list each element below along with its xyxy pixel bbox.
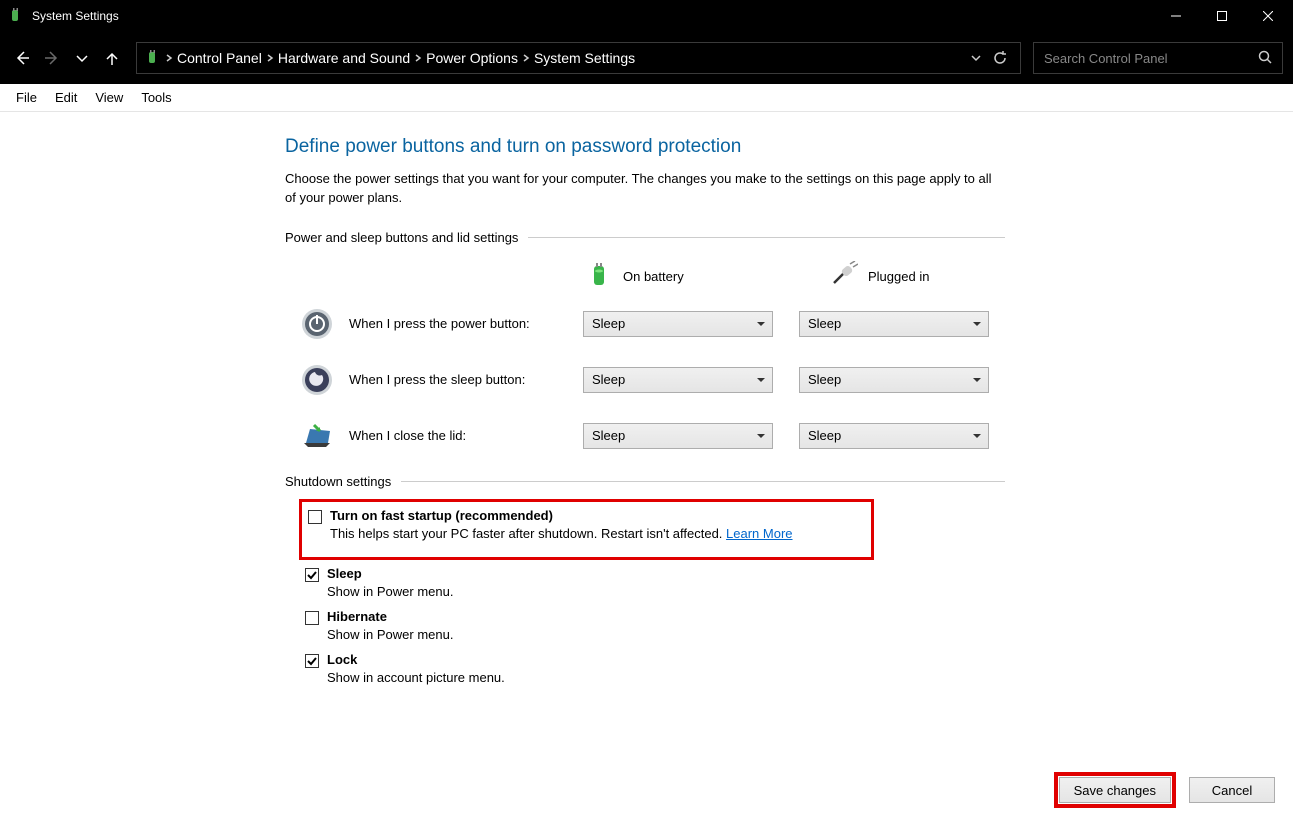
page-title: Define power buttons and turn on passwor…: [285, 136, 1005, 158]
row-close-lid: When I close the lid: Sleep Sleep: [285, 418, 1005, 454]
cancel-button[interactable]: Cancel: [1189, 777, 1275, 803]
refresh-icon[interactable]: [988, 46, 1012, 70]
sleep-button-battery-select[interactable]: Sleep: [583, 367, 773, 393]
row-close-lid-label: When I close the lid:: [345, 428, 573, 443]
crumb-power-options[interactable]: Power Options: [422, 50, 522, 66]
menu-edit[interactable]: Edit: [47, 88, 85, 107]
learn-more-link[interactable]: Learn More: [726, 526, 792, 541]
menu-view[interactable]: View: [87, 88, 131, 107]
menu-tools[interactable]: Tools: [133, 88, 179, 107]
hibernate-label: Hibernate: [327, 609, 387, 624]
lid-plugged-select[interactable]: Sleep: [799, 423, 989, 449]
search-input[interactable]: [1044, 51, 1258, 66]
forward-button[interactable]: [40, 46, 64, 70]
battery-icon: [145, 50, 161, 66]
content-pane: Define power buttons and turn on passwor…: [0, 112, 1293, 763]
lock-desc: Show in account picture menu.: [305, 670, 1005, 685]
chevron-right-icon: [414, 54, 422, 62]
row-sleep-button: When I press the sleep button: Sleep Sle…: [285, 362, 1005, 398]
window-controls: [1153, 0, 1291, 32]
save-changes-button[interactable]: Save changes: [1059, 777, 1171, 803]
menu-bar: File Edit View Tools: [0, 84, 1293, 112]
window-title: System Settings: [32, 9, 119, 23]
chevron-right-icon: [522, 54, 530, 62]
crumb-system-settings[interactable]: System Settings: [530, 50, 639, 66]
section-power-buttons-label: Power and sleep buttons and lid settings: [285, 230, 1005, 245]
power-button-plugged-select[interactable]: Sleep: [799, 311, 989, 337]
section-shutdown-label: Shutdown settings: [285, 474, 1005, 489]
power-button-icon: [299, 306, 335, 342]
crumb-control-panel[interactable]: Control Panel: [173, 50, 266, 66]
back-button[interactable]: [10, 46, 34, 70]
fast-startup-label: Turn on fast startup (recommended): [330, 508, 553, 523]
search-box[interactable]: [1033, 42, 1283, 74]
hibernate-checkbox[interactable]: [305, 611, 319, 625]
close-button[interactable]: [1245, 0, 1291, 32]
maximize-button[interactable]: [1199, 0, 1245, 32]
power-button-battery-select[interactable]: Sleep: [583, 311, 773, 337]
plug-icon: [830, 261, 858, 292]
crumb-hardware-sound[interactable]: Hardware and Sound: [274, 50, 414, 66]
sleep-checkbox[interactable]: [305, 568, 319, 582]
battery-icon: [585, 261, 613, 292]
page-description: Choose the power settings that you want …: [285, 170, 1005, 208]
lock-label: Lock: [327, 652, 357, 667]
sleep-button-plugged-select[interactable]: Sleep: [799, 367, 989, 393]
row-power-button: When I press the power button: Sleep Sle…: [285, 306, 1005, 342]
menu-file[interactable]: File: [8, 88, 45, 107]
chevron-down-icon[interactable]: [964, 46, 988, 70]
fast-startup-checkbox[interactable]: [308, 510, 322, 524]
fast-startup-desc: This helps start your PC faster after sh…: [308, 526, 861, 541]
up-button[interactable]: [100, 46, 124, 70]
sleep-button-icon: [299, 362, 335, 398]
title-bar: System Settings: [0, 0, 1293, 32]
row-sleep-button-label: When I press the sleep button:: [345, 372, 573, 387]
footer: Save changes Cancel: [0, 763, 1293, 817]
lock-checkbox[interactable]: [305, 654, 319, 668]
search-icon: [1258, 50, 1272, 67]
minimize-button[interactable]: [1153, 0, 1199, 32]
address-bar[interactable]: Control Panel Hardware and Sound Power O…: [136, 42, 1021, 74]
sleep-desc: Show in Power menu.: [305, 584, 1005, 599]
mode-header: On battery Plugged in: [285, 261, 1005, 292]
recent-locations-button[interactable]: [70, 46, 94, 70]
nav-bar: Control Panel Hardware and Sound Power O…: [0, 32, 1293, 84]
hibernate-desc: Show in Power menu.: [305, 627, 1005, 642]
row-power-button-label: When I press the power button:: [345, 316, 573, 331]
chevron-right-icon: [266, 54, 274, 62]
chevron-right-icon: [165, 54, 173, 62]
mode-plugged-in: Plugged in: [830, 261, 1005, 292]
fast-startup-highlight: Turn on fast startup (recommended) This …: [299, 499, 874, 560]
sleep-label: Sleep: [327, 566, 362, 581]
lid-battery-select[interactable]: Sleep: [583, 423, 773, 449]
mode-on-battery: On battery: [585, 261, 760, 292]
laptop-lid-icon: [299, 418, 335, 454]
app-icon: [8, 8, 24, 24]
